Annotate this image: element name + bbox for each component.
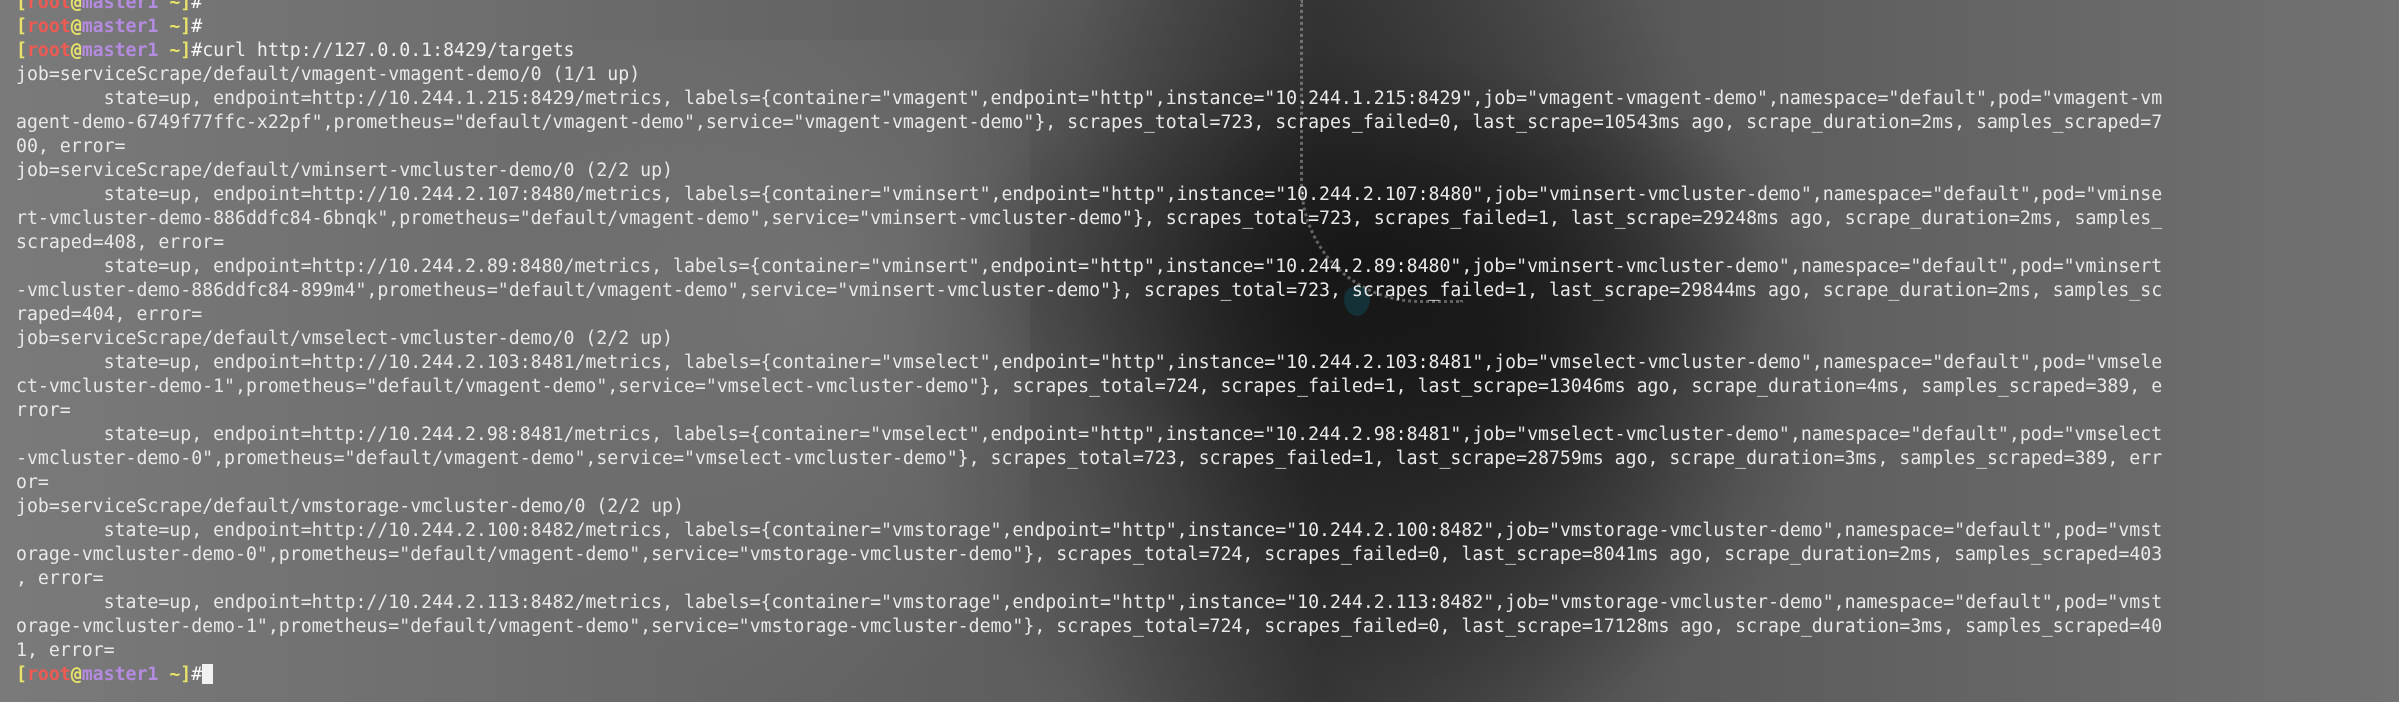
prompt-path: ~	[158, 0, 181, 13]
text-cursor	[202, 664, 214, 684]
prompt-line: [root@master1 ~]#	[16, 0, 2386, 15]
output-line: ct-vmcluster-demo-1",prometheus="default…	[16, 376, 2163, 397]
output-line: orage-vmcluster-demo-0",prometheus="defa…	[16, 544, 2163, 565]
output-line: -vmcluster-demo-886ddfc84-899m4",prometh…	[16, 280, 2163, 301]
command-text: curl http://127.0.0.1:8429/targets	[202, 40, 575, 61]
prompt-user: root	[26, 16, 71, 37]
prompt-host: master1	[81, 0, 159, 13]
output-line: job=serviceScrape/default/vmagent-vmagen…	[16, 64, 641, 85]
output-line: or=	[16, 472, 49, 493]
prompt-user: root	[26, 0, 71, 13]
prompt-symbol: #	[191, 664, 203, 685]
output-line: state=up, endpoint=http://10.244.1.215:8…	[16, 88, 2163, 109]
prompt-symbol: #	[191, 0, 203, 13]
prompt-open-bracket: [	[16, 40, 27, 61]
prompt-host: master1	[81, 664, 159, 685]
output-line: rt-vmcluster-demo-886ddfc84-6bnqk",prome…	[16, 208, 2163, 229]
prompt-open-bracket: [	[16, 0, 27, 13]
output-line: raped=404, error=	[16, 304, 203, 325]
output-line: state=up, endpoint=http://10.244.2.103:8…	[16, 352, 2163, 373]
output-line: state=up, endpoint=http://10.244.2.113:8…	[16, 592, 2163, 613]
output-line: state=up, endpoint=http://10.244.2.107:8…	[16, 184, 2163, 205]
prompt-open-bracket: [	[16, 16, 27, 37]
prompt-symbol: #	[191, 16, 203, 37]
prompt-at-sign: @	[70, 16, 82, 37]
terminal-output[interactable]: [root@master1 ~]# [root@master1 ~]# [root@…	[0, 0, 2386, 687]
prompt-close-bracket: ]	[180, 16, 192, 37]
prompt-user: root	[26, 664, 71, 685]
output-line: -vmcluster-demo-0",prometheus="default/v…	[16, 448, 2163, 469]
prompt-host: master1	[81, 40, 159, 61]
output-line: , error=	[16, 568, 104, 589]
prompt-line: [root@master1 ~]#curl http://127.0.0.1:8…	[16, 39, 2386, 63]
prompt-at-sign: @	[70, 40, 82, 61]
prompt-close-bracket: ]	[180, 0, 192, 13]
output-line: job=serviceScrape/default/vmstorage-vmcl…	[16, 496, 684, 517]
prompt-line: [root@master1 ~]#	[16, 663, 2386, 687]
prompt-open-bracket: [	[16, 664, 27, 685]
prompt-close-bracket: ]	[180, 664, 192, 685]
prompt-user: root	[26, 40, 71, 61]
output-line: job=serviceScrape/default/vmselect-vmclu…	[16, 328, 673, 349]
output-line: scraped=408, error=	[16, 232, 225, 253]
prompt-path: ~	[158, 40, 181, 61]
output-line: 1, error=	[16, 640, 115, 661]
prompt-host: master1	[81, 16, 159, 37]
terminal-window[interactable]: [root@master1 ~]# [root@master1 ~]# [root@…	[0, 0, 2399, 702]
output-line: job=serviceScrape/default/vminsert-vmclu…	[16, 160, 673, 181]
prompt-at-sign: @	[70, 664, 82, 685]
output-line: rror=	[16, 400, 71, 421]
output-line: agent-demo-6749f77ffc-x22pf",prometheus=…	[16, 112, 2163, 133]
output-line: state=up, endpoint=http://10.244.2.89:84…	[16, 256, 2163, 277]
output-line: state=up, endpoint=http://10.244.2.98:84…	[16, 424, 2163, 445]
output-line: orage-vmcluster-demo-1",prometheus="defa…	[16, 616, 2163, 637]
prompt-line: [root@master1 ~]#	[16, 15, 2386, 39]
prompt-at-sign: @	[70, 0, 82, 13]
prompt-close-bracket: ]	[180, 40, 192, 61]
prompt-path: ~	[158, 664, 181, 685]
output-line: 00, error=	[16, 136, 126, 157]
prompt-path: ~	[158, 16, 181, 37]
output-line: state=up, endpoint=http://10.244.2.100:8…	[16, 520, 2163, 541]
prompt-symbol: #	[191, 40, 203, 61]
